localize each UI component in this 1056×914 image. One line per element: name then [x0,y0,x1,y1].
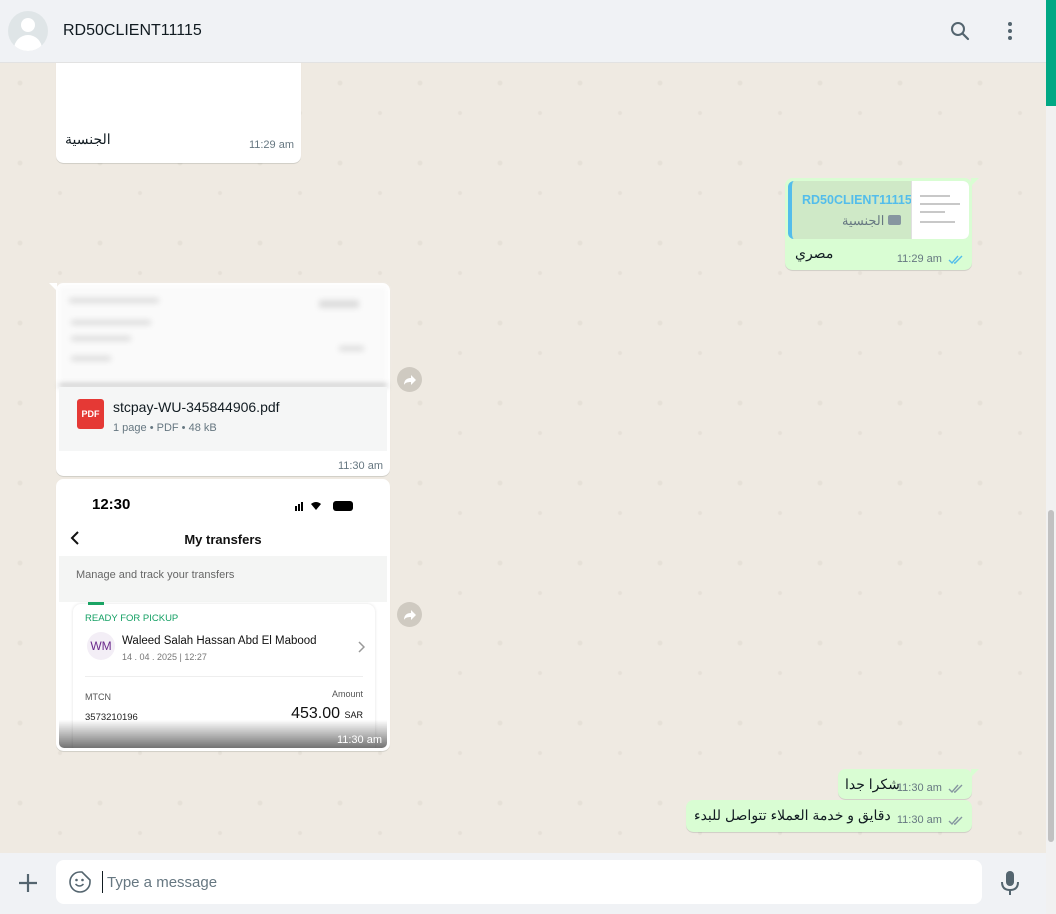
quoted-thumbnail [911,181,969,239]
sticker-icon[interactable] [69,871,91,893]
message-composer [0,853,1046,914]
transfer-status: READY FOR PICKUP [85,613,179,624]
message-text: شكرا جدا [845,776,900,792]
mtcn-label: MTCN [85,692,111,702]
read-ticks-icon [948,816,963,825]
image-message[interactable]: 12:30 My transfers Manage and track your… [56,479,390,751]
document-preview[interactable] [59,286,387,386]
screen-title: My transfers [184,532,262,547]
screen-subtitle: Manage and track your transfers [76,569,235,581]
recipient-name: Waleed Salah Hassan Abd El Mabood [122,635,317,647]
outgoing-message[interactable]: دقايق و خدمة العملاء تتواصل للبدء 11:30 … [686,800,972,832]
plus-icon[interactable] [16,871,40,895]
recipient-initials: WM [87,632,115,660]
message-time: 11:30 am [337,460,383,472]
status-time: 12:30 [92,496,131,513]
document-attachment[interactable]: PDF stcpay-WU-345844906.pdf 1 page • PDF… [59,387,387,451]
message-time: 11:30 am [897,782,964,794]
document-meta: 1 page • PDF • 48 kB [113,422,217,434]
quoted-message[interactable]: RD50CLIENT11115 الجنسية [788,181,969,239]
chevron-right-icon [357,640,366,658]
message-time: 11:30 am [897,814,964,826]
status-icons [295,501,353,511]
outgoing-message[interactable]: شكرا جدا 11:30 am [838,769,979,799]
message-text: دقايق و خدمة العملاء تتواصل للبدء [694,807,891,823]
document-message[interactable]: PDF stcpay-WU-345844906.pdf 1 page • PDF… [49,283,390,476]
menu-icon[interactable] [998,19,1022,43]
read-ticks-icon [948,255,963,264]
scrollbar-thumb[interactable] [1048,510,1054,842]
screen-subtitle-bar: Manage and track your transfers [59,556,387,602]
quoted-sender: RD50CLIENT11115 [802,193,912,207]
document-name: stcpay-WU-345844906.pdf [113,399,280,415]
message-time: 11:29 am [897,253,964,265]
message-text: مصري [795,245,834,261]
scrollbar-accent [1046,0,1056,106]
camera-icon [888,215,901,225]
read-ticks-icon [948,784,963,793]
message-input[interactable] [102,871,962,893]
message-input-wrapper [56,860,982,904]
message-text: الجنسية [65,131,111,147]
message-time: 11:30 am [336,734,382,746]
microphone-icon[interactable] [999,870,1021,896]
quoted-text: الجنسية [842,213,885,228]
chat-header: RD50CLIENT11115 [0,0,1046,63]
avatar[interactable] [8,11,48,51]
forward-icon[interactable] [397,367,422,392]
message-time: 11:29 am [248,139,294,151]
pdf-icon: PDF [77,399,104,429]
incoming-message[interactable]: الجنسية 11:29 am [56,63,301,163]
transfer-date: 14 . 04 . 2025 | 12:27 [122,652,207,662]
search-icon[interactable] [948,19,972,43]
screenshot-image[interactable]: 12:30 My transfers Manage and track your… [59,482,387,748]
contact-name[interactable]: RD50CLIENT11115 [63,22,202,40]
amount-label: Amount [331,689,363,699]
forward-icon[interactable] [397,602,422,627]
scrollbar[interactable] [1046,0,1056,914]
outgoing-message[interactable]: RD50CLIENT11115 الجنسية مصري 11:29 am [785,178,979,270]
chat-area[interactable]: الجنسية 11:29 am RD50CLIENT11115 الجنسية… [0,63,1046,853]
